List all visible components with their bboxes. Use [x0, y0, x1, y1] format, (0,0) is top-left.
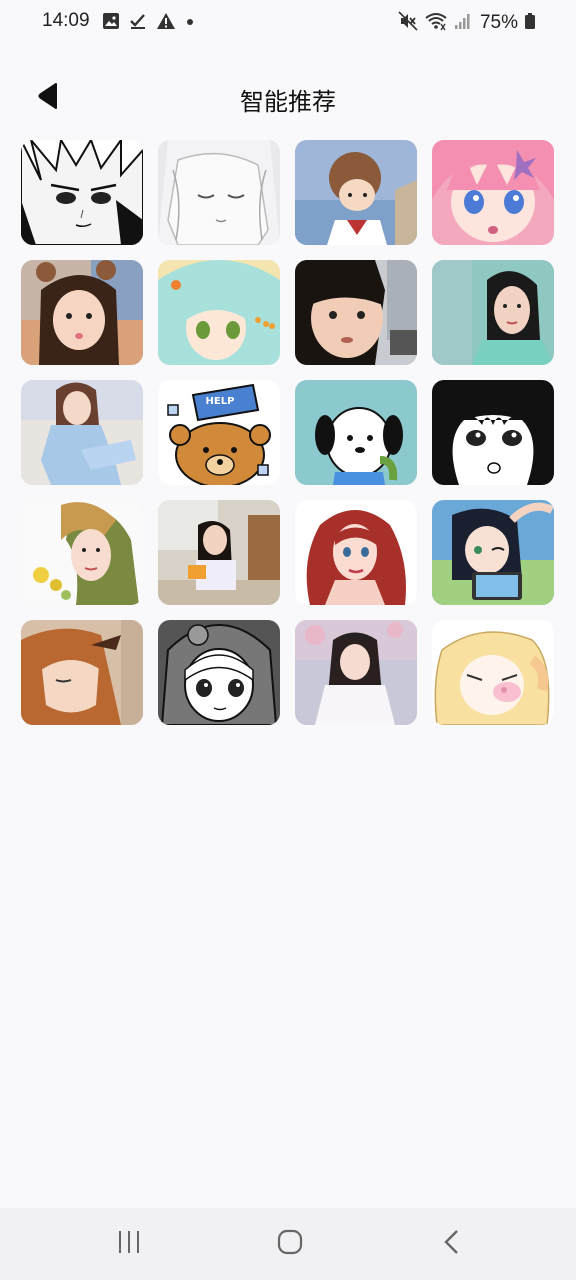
dot-icon	[185, 12, 195, 34]
home-button[interactable]	[260, 1226, 320, 1262]
avatar-anime-pink-hair-girl[interactable]	[432, 140, 554, 245]
avatar-cartoon-dog-pochacco[interactable]	[295, 380, 417, 485]
navigation-bar	[0, 1208, 576, 1280]
mute-icon	[398, 11, 418, 35]
check-icon	[129, 12, 147, 34]
avatar-anime-girl-phone[interactable]	[432, 500, 554, 605]
avatar-cartoon-bear-bucket[interactable]: HELP	[158, 380, 280, 485]
avatar-painted-woman-flowers[interactable]	[21, 500, 143, 605]
avatar-photo-girl-white-dress[interactable]	[295, 620, 417, 725]
page-title: 智能推荐	[240, 88, 336, 116]
avatar-photo-girl-kitchen[interactable]	[158, 500, 280, 605]
nav-back-button[interactable]	[422, 1226, 482, 1262]
home-icon	[277, 1229, 303, 1259]
avatar-anime-orange-hair-girl[interactable]	[21, 620, 143, 725]
warning-icon	[156, 12, 176, 34]
avatar-cartoon-red-hair-mermaid[interactable]	[295, 500, 417, 605]
battery-icon	[524, 11, 536, 35]
notification-icons	[102, 12, 195, 34]
avatar-manga-boy-white-hair[interactable]	[21, 140, 143, 245]
wifi-icon	[424, 11, 448, 35]
signal-icon	[454, 11, 472, 35]
avatar-manga-girl-hood[interactable]	[158, 620, 280, 725]
avatar-photo-toddler[interactable]	[295, 260, 417, 365]
system-icons: 75%	[398, 11, 536, 35]
avatar-grid: HELP	[21, 140, 554, 725]
recent-apps-icon	[117, 1230, 141, 1258]
battery-level: 75%	[479, 12, 518, 33]
avatar-manga-girl-bangs[interactable]	[432, 380, 554, 485]
recent-apps-button[interactable]	[99, 1226, 159, 1262]
status-time: 14:09	[42, 10, 90, 31]
image-icon	[102, 12, 120, 34]
avatar-cartoon-girl-seaside[interactable]	[295, 140, 417, 245]
avatar-cartoon-blonde-girl[interactable]	[432, 620, 554, 725]
avatar-sketch-girl-sleeping[interactable]	[158, 140, 280, 245]
status-bar: 14:09 75%	[0, 0, 576, 48]
header: 智能推荐	[0, 72, 576, 122]
nav-back-icon	[442, 1229, 462, 1259]
avatar-photo-girl-sitting[interactable]	[21, 380, 143, 485]
avatar-anime-cyan-hair-girl[interactable]	[158, 260, 280, 365]
avatar-painted-woman-black-hair[interactable]	[432, 260, 554, 365]
svg-text:HELP: HELP	[206, 396, 235, 407]
avatar-photo-girl-bear-ears[interactable]	[21, 260, 143, 365]
